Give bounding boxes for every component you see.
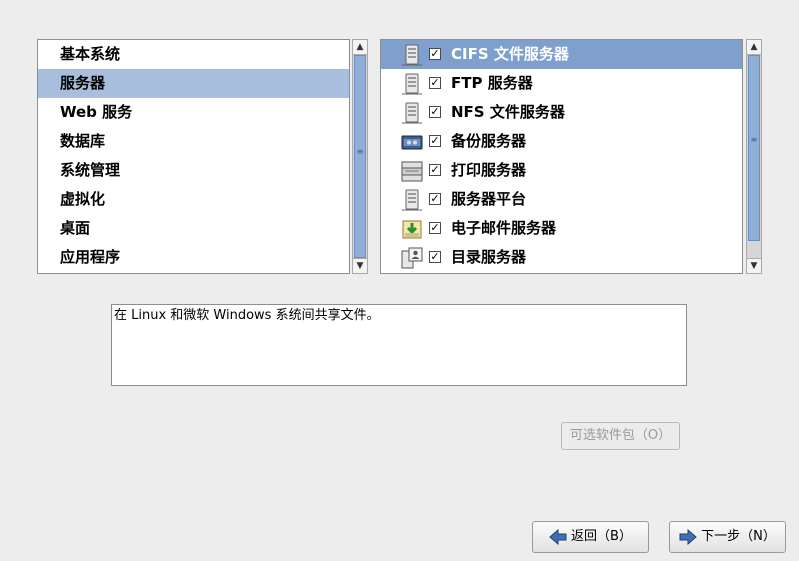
package-label: 电子邮件服务器: [451, 219, 557, 237]
scroll-down-arrow-icon[interactable]: ▼: [747, 258, 761, 273]
group-item-label: 桌面: [60, 219, 91, 237]
package-list-scrollbar[interactable]: ▲ ≡ ▼: [746, 39, 762, 274]
group-item-label: 系统管理: [60, 161, 121, 179]
next-button[interactable]: 下一步（N）: [669, 521, 786, 553]
group-item-web-services[interactable]: Web 服务: [38, 98, 349, 127]
package-label: CIFS 文件服务器: [451, 45, 569, 63]
mail-server-icon: [402, 220, 422, 239]
package-checkbox[interactable]: ✓: [429, 193, 441, 205]
package-checkbox[interactable]: ✓: [429, 48, 441, 60]
group-item-label: Web 服务: [60, 103, 133, 121]
group-list[interactable]: 基本系统 服务器 Web 服务 数据库 系统管理 虚拟化 桌面 应用程序: [37, 39, 350, 274]
package-item[interactable]: ✓ FTP 服务器: [381, 69, 742, 98]
package-label: 服务器平台: [451, 190, 527, 208]
package-description-text: 在 Linux 和微软 Windows 系统间共享文件。: [114, 308, 380, 323]
package-list[interactable]: ✓ CIFS 文件服务器 ✓ FTP 服务器 ✓ NFS 文件服务器 ✓ 备份服…: [380, 39, 743, 274]
package-checkbox[interactable]: ✓: [429, 77, 441, 89]
arrow-right-icon: [679, 529, 697, 545]
group-list-scrollbar[interactable]: ▲ ≡ ▼: [352, 39, 368, 274]
package-item[interactable]: ✓ 服务器平台: [381, 185, 742, 214]
group-item-label: 虚拟化: [60, 190, 106, 208]
group-item-label: 应用程序: [60, 248, 121, 266]
package-description-box: 在 Linux 和微软 Windows 系统间共享文件。: [111, 304, 687, 386]
back-button-label: 返回（B）: [571, 529, 632, 544]
package-checkbox[interactable]: ✓: [429, 135, 441, 147]
group-item-label: 数据库: [60, 132, 106, 150]
scrollbar-thumb[interactable]: ≡: [354, 55, 366, 258]
group-item-system-management[interactable]: 系统管理: [38, 156, 349, 185]
package-label: 备份服务器: [451, 132, 527, 150]
package-label: NFS 文件服务器: [451, 103, 565, 121]
printer-icon: [401, 161, 423, 182]
group-item-databases[interactable]: 数据库: [38, 127, 349, 156]
directory-server-icon: [401, 247, 423, 269]
package-item[interactable]: ✓ 备份服务器: [381, 127, 742, 156]
ftp-server-icon: [402, 73, 422, 95]
package-item[interactable]: ✓ NFS 文件服务器: [381, 98, 742, 127]
group-item-virtualization[interactable]: 虚拟化: [38, 185, 349, 214]
group-item-applications[interactable]: 应用程序: [38, 243, 349, 272]
server-platform-icon: [402, 189, 422, 211]
package-item[interactable]: ✓ 打印服务器: [381, 156, 742, 185]
package-item[interactable]: ✓ 目录服务器: [381, 243, 742, 272]
file-server-icon: [402, 44, 422, 66]
group-item-desktops[interactable]: 桌面: [38, 214, 349, 243]
package-label: 目录服务器: [451, 248, 527, 266]
package-label: 打印服务器: [451, 161, 527, 179]
package-checkbox[interactable]: ✓: [429, 164, 441, 176]
optional-packages-button[interactable]: 可选软件包（O）: [561, 422, 680, 450]
arrow-left-icon: [549, 529, 567, 545]
backup-server-icon: [401, 135, 423, 150]
package-checkbox[interactable]: ✓: [429, 251, 441, 263]
package-label: FTP 服务器: [451, 74, 533, 92]
group-item-servers[interactable]: 服务器: [38, 69, 349, 98]
nfs-server-icon: [402, 102, 422, 124]
package-item[interactable]: ✓ 电子邮件服务器: [381, 214, 742, 243]
package-item[interactable]: ✓ CIFS 文件服务器: [381, 40, 742, 69]
scroll-up-arrow-icon[interactable]: ▲: [353, 40, 367, 55]
scroll-up-arrow-icon[interactable]: ▲: [747, 40, 761, 55]
scrollbar-thumb[interactable]: ≡: [748, 55, 760, 241]
next-button-label: 下一步（N）: [701, 529, 776, 544]
group-item-label: 服务器: [60, 74, 106, 92]
scroll-down-arrow-icon[interactable]: ▼: [353, 258, 367, 273]
package-checkbox[interactable]: ✓: [429, 106, 441, 118]
back-button[interactable]: 返回（B）: [532, 521, 649, 553]
group-item-base-system[interactable]: 基本系统: [38, 40, 349, 69]
group-item-label: 基本系统: [60, 45, 121, 63]
optional-packages-label: 可选软件包（O）: [569, 428, 672, 443]
package-checkbox[interactable]: ✓: [429, 222, 441, 234]
